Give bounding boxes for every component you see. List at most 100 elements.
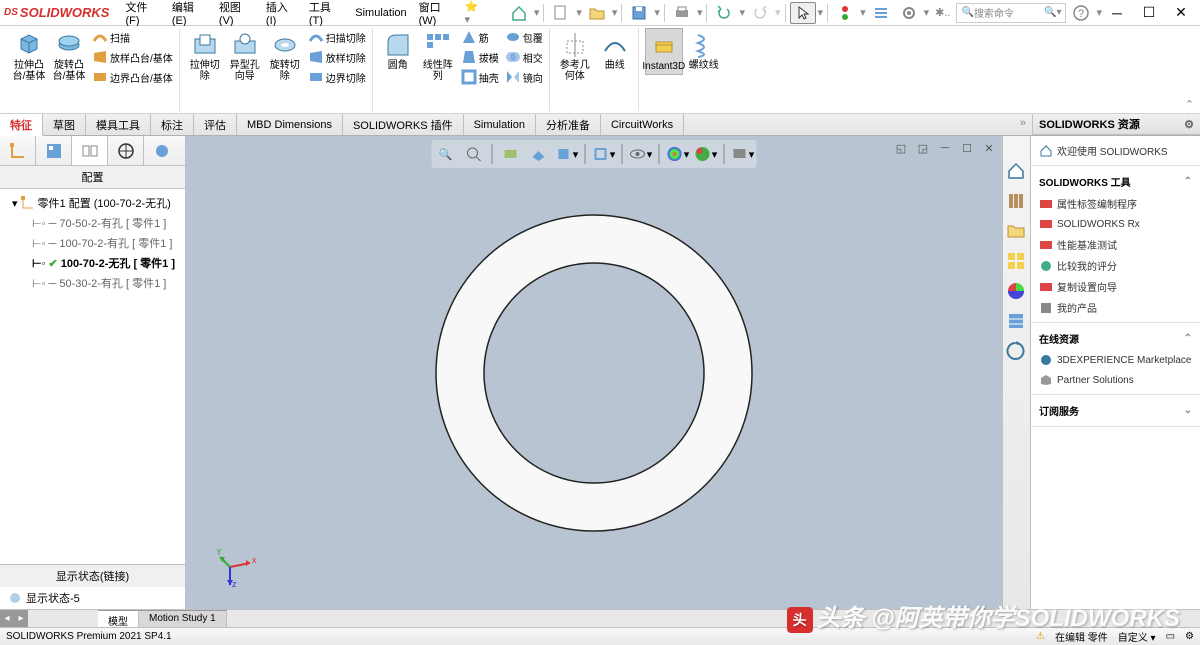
file-explorer-icon[interactable] (1003, 218, 1029, 244)
tool-copy-settings[interactable]: 复制设置向导 (1039, 276, 1192, 297)
vp-prev-icon[interactable]: ◱ (892, 140, 910, 156)
instant3d-button[interactable]: Instant3D (645, 28, 683, 75)
search-input[interactable]: 🔍 搜索命令🔍▾ (956, 3, 1066, 23)
tab-mold[interactable]: 模具工具 (86, 114, 151, 135)
hole-wizard-button[interactable]: 异型孔向导 (226, 28, 264, 86)
status-unit-icon[interactable]: ▭ (1166, 631, 1175, 642)
chevron-up-icon[interactable]: ⌃ (1184, 333, 1192, 344)
warning-icon[interactable]: ⚠ (1036, 631, 1045, 642)
tab-evaluate[interactable]: 评估 (194, 114, 237, 135)
online-partner[interactable]: Partner Solutions (1039, 370, 1192, 390)
rib-button[interactable]: 筋 (459, 28, 501, 46)
display-tab[interactable] (144, 136, 180, 165)
save-icon[interactable] (626, 2, 652, 24)
settings-icon[interactable] (896, 2, 922, 24)
menu-edit[interactable]: 编辑(E) (166, 0, 213, 29)
menu-window[interactable]: 窗口(W) (413, 0, 463, 29)
open-icon[interactable] (584, 2, 610, 24)
status-gear-icon[interactable]: ⚙ (1185, 631, 1194, 642)
tab-sketch[interactable]: 草图 (43, 114, 86, 135)
config-item-active[interactable]: ⊢◦ ✔ 100-70-2-无孔 [ 零件1 ] (4, 253, 181, 273)
loft-boss-button[interactable]: 放样凸台/基体 (90, 48, 175, 66)
display-style-icon[interactable]: ▾ (555, 142, 579, 166)
appearance-task-icon[interactable] (1003, 278, 1029, 304)
loft-cut-button[interactable]: 放样切除 (306, 48, 368, 66)
draft-button[interactable]: 拔模 (459, 48, 501, 66)
home-icon[interactable] (506, 2, 532, 24)
linear-pattern-button[interactable]: 线性阵列 (419, 28, 457, 86)
chevron-down-icon[interactable]: ⌄ (1184, 405, 1192, 416)
menu-tools[interactable]: 工具(T) (303, 0, 349, 29)
config-item-2[interactable]: ⊢◦ ─ 100-70-2-有孔 [ 零件1 ] (4, 233, 181, 253)
tool-benchmark[interactable]: 性能基准测试 (1039, 234, 1192, 255)
hide-show-icon[interactable]: ▾ (592, 142, 616, 166)
tab-scroll-left[interactable]: ◂ (0, 610, 14, 627)
property-tab[interactable] (36, 136, 72, 165)
mirror-button[interactable]: 镜向 (503, 68, 545, 86)
custom-prop-icon[interactable] (1003, 308, 1029, 334)
rebuild-icon[interactable] (832, 2, 858, 24)
tab-mark[interactable]: 标注 (151, 114, 194, 135)
graphics-viewport[interactable]: 🔍 ▾ ▾ ▾ ▾ ▾ ▾ ◱ ◲ ─ ☐ ✕ x (186, 136, 1002, 609)
tool-rx[interactable]: SOLIDWORKS Rx (1039, 214, 1192, 234)
zoom-area-icon[interactable] (462, 142, 486, 166)
display-state-item[interactable]: 显示状态-5 (0, 587, 185, 609)
tab-mbd[interactable]: MBD Dimensions (237, 114, 343, 135)
vp-next-icon[interactable]: ◲ (914, 140, 932, 156)
tab-scroll-right[interactable]: ▸ (14, 610, 28, 627)
tool-prop-tag[interactable]: 属性标签编制程序 (1039, 193, 1192, 214)
vp-max-icon[interactable]: ☐ (958, 140, 976, 156)
intersect-button[interactable]: 相交 (503, 48, 545, 66)
revolve-boss-button[interactable]: 旋转凸台/基体 (50, 28, 88, 86)
tab-circuit[interactable]: CircuitWorks (601, 114, 684, 135)
undo-icon[interactable] (711, 2, 737, 24)
tool-my-products[interactable]: 我的产品 (1039, 297, 1192, 318)
tab-analysis[interactable]: 分析准备 (536, 114, 601, 135)
menu-simulation[interactable]: Simulation (349, 5, 412, 21)
options-icon[interactable] (868, 2, 894, 24)
home-task-icon[interactable] (1003, 158, 1029, 184)
chevron-up-icon[interactable]: ⌃ (1184, 176, 1192, 187)
wrap-button[interactable]: 包覆 (503, 28, 545, 46)
welcome-link[interactable]: 欢迎使用 SOLIDWORKS (1039, 140, 1192, 161)
shell-button[interactable]: 抽壳 (459, 68, 501, 86)
curves-button[interactable]: 曲线 (596, 28, 634, 84)
online-marketplace[interactable]: 3DEXPERIENCE Marketplace (1039, 350, 1192, 370)
view-palette-icon[interactable] (1003, 248, 1029, 274)
redo-icon[interactable] (747, 2, 773, 24)
section-icon[interactable] (499, 142, 523, 166)
boundary-cut-button[interactable]: 边界切除 (306, 68, 368, 86)
config-item-1[interactable]: ⊢◦ ─ 70-50-2-有孔 [ 零件1 ] (4, 213, 181, 233)
zoom-fit-icon[interactable]: 🔍 (434, 142, 458, 166)
menu-file[interactable]: 文件(F) (119, 0, 165, 29)
library-icon[interactable] (1003, 188, 1029, 214)
config-item-4[interactable]: ⊢◦ ─ 50-30-2-有孔 [ 零件1 ] (4, 273, 181, 293)
minimize-button[interactable]: ─ (1102, 2, 1132, 24)
render-icon[interactable]: ▾ (731, 142, 755, 166)
help-icon[interactable]: ? (1068, 2, 1094, 24)
status-custom[interactable]: 自定义 ▾ (1118, 629, 1156, 644)
menu-more-icon[interactable]: ⭐ ▾ (465, 0, 486, 26)
menu-insert[interactable]: 插入(I) (260, 0, 303, 29)
scene-icon[interactable]: ▾ (694, 142, 718, 166)
print-icon[interactable] (669, 2, 695, 24)
tool-compare[interactable]: 比较我的评分 (1039, 255, 1192, 276)
extrude-cut-button[interactable]: 拉伸切除 (186, 28, 224, 86)
tabs-expand-icon[interactable]: » (1014, 114, 1032, 135)
new-icon[interactable] (548, 2, 574, 24)
thread-button[interactable]: 螺纹线 (685, 28, 723, 75)
sweep-cut-button[interactable]: 扫描切除 (306, 28, 368, 46)
select-icon[interactable] (790, 2, 816, 24)
dimxpert-tab[interactable] (108, 136, 144, 165)
vp-close-icon[interactable]: ✕ (980, 140, 998, 156)
motion-study-tab[interactable]: Motion Study 1 (139, 610, 227, 627)
config-tab[interactable] (72, 136, 108, 165)
tab-simulation[interactable]: Simulation (464, 114, 536, 135)
tab-addins[interactable]: SOLIDWORKS 插件 (343, 114, 464, 135)
revolve-cut-button[interactable]: 旋转切除 (266, 28, 304, 86)
tab-feature[interactable]: 特征 (0, 114, 43, 136)
sweep-button[interactable]: 扫描 (90, 28, 175, 46)
close-button[interactable]: ✕ (1166, 2, 1196, 24)
model-tab[interactable]: 模型 (98, 610, 139, 627)
forum-icon[interactable] (1003, 338, 1029, 364)
